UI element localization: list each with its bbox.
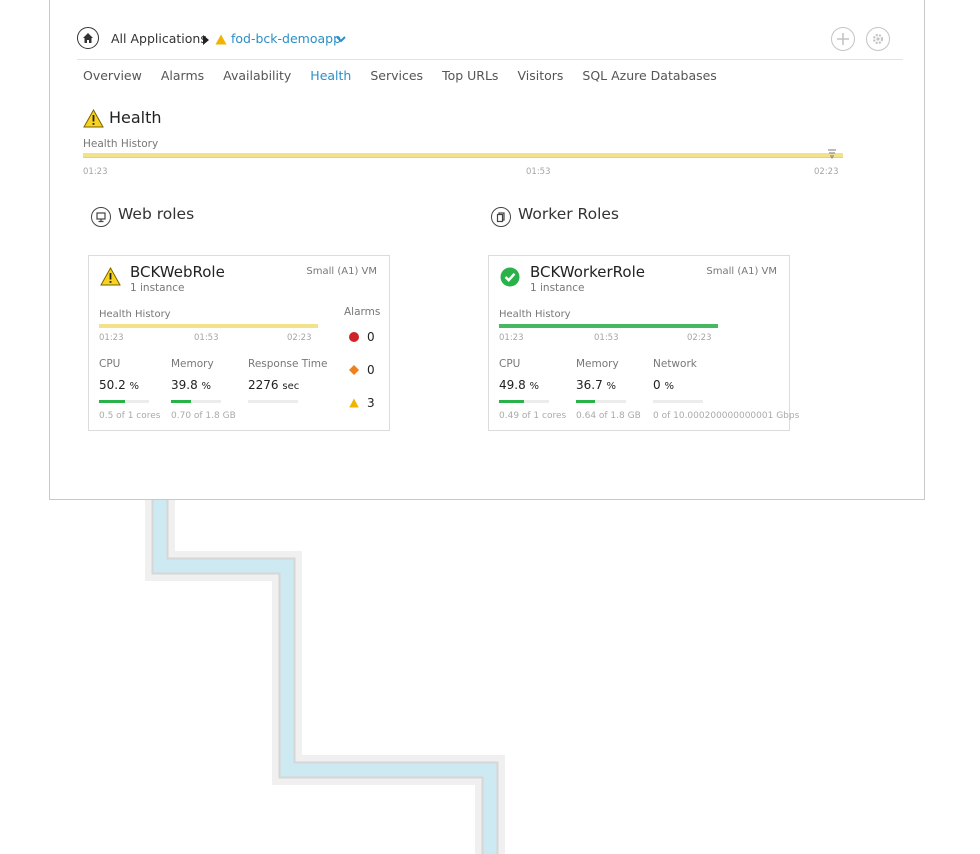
cpu-value: 50.2 %	[99, 378, 140, 392]
worker-role-card[interactable]: BCKWorkerRole 1 instance Small (A1) VM H…	[488, 255, 799, 431]
memory-value: 36.7 %	[576, 378, 617, 392]
tab-alarms[interactable]: Alarms	[161, 68, 204, 83]
history-tick-end: 02:23	[687, 333, 712, 343]
health-tick-start: 01:23	[83, 167, 108, 177]
network-meter	[653, 400, 703, 403]
warning-alarm-icon	[349, 398, 359, 408]
tab-visitors[interactable]: Visitors	[517, 68, 563, 83]
tab-top-urls[interactable]: Top URLs	[442, 68, 498, 83]
instance-count: 1 instance	[530, 282, 585, 294]
history-tick-mid: 01:53	[194, 333, 219, 343]
gear-icon[interactable]	[866, 27, 890, 51]
header-divider	[77, 59, 903, 60]
warning-alarms[interactable]: 3	[349, 396, 375, 410]
worker-role-icon	[491, 207, 511, 227]
history-tick-end: 02:23	[287, 333, 312, 343]
cpu-meter	[499, 400, 549, 403]
response-time-value: 2276 sec	[248, 378, 300, 392]
health-history-label: Health History	[83, 138, 159, 150]
chevron-down-icon[interactable]	[335, 33, 347, 45]
warning-icon	[215, 34, 227, 45]
tab-sql-azure-databases[interactable]: SQL Azure Databases	[582, 68, 716, 83]
response-time-meter	[248, 400, 298, 403]
history-tick-start: 01:23	[99, 333, 124, 343]
role-name[interactable]: BCKWebRole	[130, 263, 225, 281]
alarms-label: Alarms	[344, 306, 381, 318]
critical-alarms[interactable]: 0	[349, 330, 375, 344]
tab-availability[interactable]: Availability	[223, 68, 291, 83]
instance-count: 1 instance	[130, 282, 185, 294]
response-time-label: Response Time	[248, 358, 328, 370]
vm-size: Small (A1) VM	[706, 266, 777, 277]
major-alarm-icon	[349, 365, 359, 375]
vm-size: Small (A1) VM	[306, 266, 377, 277]
web-role-icon	[91, 207, 111, 227]
filter-icon[interactable]	[826, 149, 838, 159]
tab-services[interactable]: Services	[370, 68, 423, 83]
memory-detail: 0.70 of 1.8 GB	[171, 411, 236, 421]
tab-bar: Overview Alarms Availability Health Serv…	[83, 68, 736, 83]
health-title: Health	[109, 108, 162, 127]
breadcrumb-app-selector[interactable]: fod-bck-demoapp	[231, 31, 341, 46]
health-history-label: Health History	[99, 309, 171, 320]
history-tick-mid: 01:53	[594, 333, 619, 343]
health-history-bar[interactable]	[499, 324, 718, 328]
web-roles-title: Web roles	[118, 205, 195, 223]
add-icon[interactable]	[831, 27, 855, 51]
breadcrumb-separator-icon	[203, 35, 209, 45]
history-tick-start: 01:23	[499, 333, 524, 343]
cpu-detail: 0.5 of 1 cores	[99, 411, 161, 421]
home-icon[interactable]	[77, 27, 99, 49]
health-history-label: Health History	[499, 309, 571, 320]
memory-meter	[171, 400, 221, 403]
application-health-panel: All Applications fod-bck-demoapp Overvie…	[49, 0, 925, 500]
critical-alarm-icon	[349, 332, 359, 342]
cpu-label: CPU	[499, 358, 521, 370]
memory-detail: 0.64 of 1.8 GB	[576, 411, 641, 421]
warning-icon	[83, 109, 104, 128]
web-role-card[interactable]: BCKWebRole 1 instance Small (A1) VM Heal…	[88, 255, 390, 431]
health-tick-end: 02:23	[814, 167, 839, 177]
warning-icon	[100, 267, 121, 286]
health-history-bar[interactable]	[83, 153, 843, 158]
network-label: Network	[653, 358, 697, 370]
memory-label: Memory	[171, 358, 214, 370]
worker-roles-title: Worker Roles	[518, 205, 620, 223]
role-name[interactable]: BCKWorkerRole	[530, 263, 645, 281]
tab-health[interactable]: Health	[310, 68, 351, 83]
tab-overview[interactable]: Overview	[83, 68, 142, 83]
memory-label: Memory	[576, 358, 619, 370]
health-history-bar[interactable]	[99, 324, 318, 328]
cpu-meter	[99, 400, 149, 403]
cpu-value: 49.8 %	[499, 378, 540, 392]
network-value: 0 %	[653, 378, 674, 392]
network-detail: 0 of 10.000200000000001 Gbps	[653, 411, 800, 421]
memory-meter	[576, 400, 626, 403]
memory-value: 39.8 %	[171, 378, 212, 392]
cpu-detail: 0.49 of 1 cores	[499, 411, 567, 421]
cpu-label: CPU	[99, 358, 121, 370]
breadcrumb-all-applications[interactable]: All Applications	[111, 31, 207, 46]
health-tick-mid: 01:53	[526, 167, 551, 177]
major-alarms[interactable]: 0	[349, 363, 375, 377]
ok-check-icon	[500, 267, 520, 287]
